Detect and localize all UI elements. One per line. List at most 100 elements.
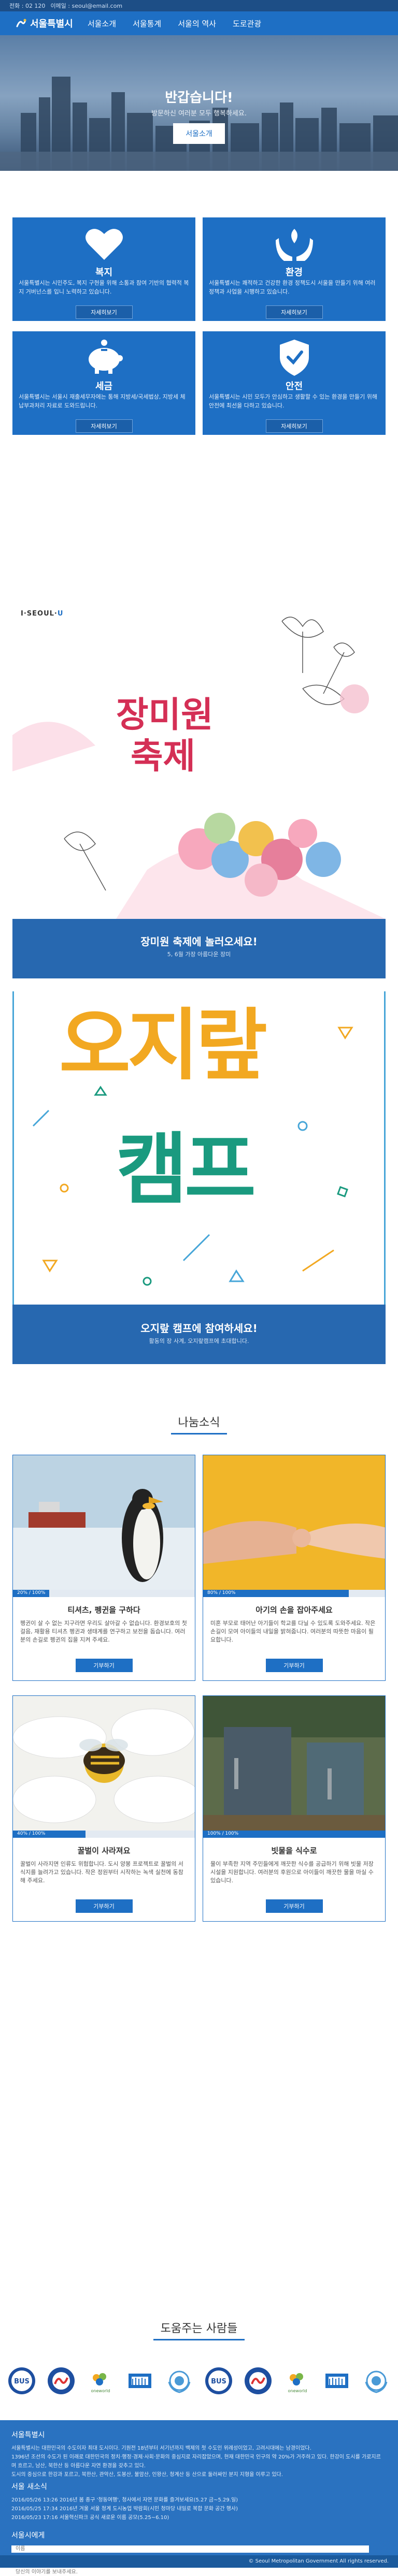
bus-logo[interactable]: BUS [204, 2366, 234, 2396]
donation-progress-bar: 40% / 100% [13, 1831, 195, 1838]
camp-title-line2: 캠프 [116, 1125, 256, 1215]
un-logo[interactable] [125, 2366, 155, 2396]
footer-news: 서울 새소식 2016/05/26 13:26 2016년 봄 종구 '청동여행… [11, 2481, 385, 2522]
footer-contact: 서울시에게 [11, 2530, 385, 2576]
hero-subtitle: 방문하신 여러분 모두 행복하세요. [151, 110, 247, 118]
camp-banner[interactable]: 오지랖 캠프 오지랖 캠프에 참여하세요! 활동의 장 사계, 오지랖캠프에 초… [12, 991, 386, 1364]
service-card-environment: 환경 서울특별시는 쾌적하고 건강한 환경 정책도시 서울을 만들기 위해 여러… [203, 217, 386, 321]
hands-leaf-icon [275, 229, 313, 261]
footer-news-title: 서울 새소식 [11, 2483, 47, 2491]
progress-label: 100% / 100% [207, 1831, 239, 1836]
camp-caption-subtitle: 활동의 장 사계, 오지랖캠프에 초대합니다. [149, 1338, 249, 1344]
camp-caption-title: 오지랖 캠프에 참여하세요! [140, 1322, 258, 1335]
nav-item-history[interactable]: 서울의 역사 [178, 18, 216, 29]
oneworld-logo[interactable]: oneworld [282, 2366, 312, 2396]
bus-logo-text: BUS [14, 2378, 30, 2385]
service-desc: 서울특별시는 시민주도, 복지 구현을 위해 소통과 참여 기반의 협력적 복지… [19, 280, 189, 295]
bee-image [13, 1696, 195, 1831]
news-item[interactable]: 2016/05/25 17:34 2016년 겨울 서울 청계 도시농업 박람회… [11, 2505, 385, 2513]
donation-title: 꿀벌이 사라져요 [77, 1846, 131, 1855]
service-more-button[interactable]: 자세히보기 [265, 305, 323, 319]
donate-button[interactable]: 기부하기 [265, 1659, 323, 1672]
donation-title: 티셔츠, 펭귄을 구하다 [67, 1605, 140, 1615]
nav-item-intro[interactable]: 서울소개 [88, 18, 116, 29]
service-card-safety: 안전 서울특별시는 시민 모두가 안심하고 생활할 수 있는 환경을 만들기 위… [203, 331, 386, 435]
service-cards: 복지 서울특별시는 시민주도, 복지 구현을 위해 소통과 참여 기반의 협력적… [0, 171, 398, 435]
partners-section-title: 도움주는 사람들 [0, 2319, 398, 2340]
seoul-logo[interactable] [46, 2366, 76, 2396]
progress-label: 20% / 100% [17, 1590, 46, 1596]
rose-caption-title: 장미원 축제에 놀러오세요! [140, 935, 258, 948]
donation-progress-bar: 100% / 100% [203, 1831, 385, 1838]
email-text: 이메일 : seoul@email.com [50, 3, 123, 9]
footer-contact-title: 서울시에게 [11, 2531, 45, 2540]
service-more-button[interactable]: 자세히보기 [75, 419, 133, 433]
rose-festival-banner[interactable]: I·SEOUL·U 장미원 축제 장미원 축제에 놀러오세요! 5, 6월 가장… [12, 601, 386, 978]
donation-card-rainwater: 100% / 100% 빗물을 식수로 물이 부족한 지역 주민들에게 깨끗한 … [203, 1695, 386, 1922]
donation-title: 빗물을 식수로 [271, 1846, 317, 1855]
news-item[interactable]: 2016/05/26 13:26 2016년 봄 종구 '청동여행', 청사에서… [11, 2496, 385, 2505]
rose-title-line2: 축제 [131, 736, 196, 777]
footer-about: 서울특별시 서울특별시는 대한민국의 수도이자 최대 도시이다. 기원전 18년… [11, 2429, 385, 2479]
footer-about-title: 서울특별시 [11, 2431, 45, 2439]
service-desc: 서울특별시는 시민 모두가 안심하고 생활할 수 있는 환경을 만들기 위해 안… [209, 393, 377, 409]
seoul-logo[interactable] [243, 2366, 273, 2396]
rainwater-image [203, 1696, 385, 1831]
nav-item-stats[interactable]: 서울통계 [133, 18, 161, 29]
footer: 서울특별시 서울특별시는 대한민국의 수도이자 최대 도시이다. 기원전 18년… [0, 2420, 398, 2576]
donation-card-penguin: 20% / 100% 티셔츠, 펭귄을 구하다 펭귄이 살 수 없는 지구라면 … [12, 1455, 195, 1681]
service-card-tax: 세금 서울특별시는 서울시 재출세무자에는 통해 지방세/국세법상, 지방세 체… [12, 331, 195, 435]
donation-progress-bar: 20% / 100% [13, 1590, 195, 1597]
partners-section-title-text: 도움주는 사람들 [153, 2319, 245, 2340]
donation-title: 아기의 손을 잡아주세요 [255, 1605, 333, 1615]
logo[interactable]: 서울특별시 [16, 17, 73, 30]
footer-about-text-3: 도시의 중심으로 한강과 포르고, 북한산, 관악산, 도봉산, 불암산, 인왕… [11, 2472, 283, 2478]
wreath-logo[interactable] [164, 2366, 194, 2396]
nav-item-tourism[interactable]: 도로관광 [233, 18, 261, 29]
donation-desc: 물이 부족한 지역 주민들에게 깨끗한 식수를 공급하기 위해 빗물 저장 시설… [210, 1861, 374, 1884]
copyright: © Seoul Metropolitan Government All righ… [0, 2555, 398, 2568]
donation-desc: 꿀벌이 사라지면 인류도 위험합니다. 도시 양봉 프로젝트로 꿀벌의 서식지를… [20, 1861, 183, 1884]
rose-caption-subtitle: 5, 6월 가장 아름다운 장미 [167, 951, 231, 958]
oneworld-logo[interactable]: oneworld [86, 2366, 116, 2396]
contact-message-input[interactable] [11, 2568, 369, 2576]
donation-progress-bar: 80% / 100% [203, 1590, 385, 1597]
service-title: 환경 [285, 267, 303, 278]
footer-about-text-1: 서울특별시는 대한민국의 수도이자 최대 도시이다. 기원전 18년부터 서기년… [11, 2446, 311, 2451]
hero-title: 반갑습니다! [165, 90, 233, 106]
donate-button[interactable]: 기부하기 [75, 1659, 133, 1672]
bus-logo-text: BUS [211, 2378, 226, 2385]
bus-logo[interactable]: BUS [7, 2366, 37, 2396]
top-info-bar: 전화 : 02 120 이메일 : seoul@email.com [0, 0, 398, 11]
wreath-logo[interactable] [361, 2366, 391, 2396]
donation-card-bee: 40% / 100% 꿀벌이 사라져요 꿀벌이 사라지면 인류도 위험합니다. … [12, 1695, 195, 1922]
service-title: 복지 [95, 267, 113, 278]
service-more-button[interactable]: 자세히보기 [75, 305, 133, 319]
progress-label: 40% / 100% [17, 1831, 46, 1836]
service-desc: 서울특별시는 쾌적하고 건강한 환경 정책도시 서울을 만들기 위해 여러 정책… [209, 280, 376, 295]
penguin-image [13, 1455, 195, 1590]
partner-logos: BUS oneworld BUS oneworld [0, 2366, 398, 2397]
oneworld-logo-text: oneworld [288, 2389, 307, 2393]
service-more-button[interactable]: 자세히보기 [265, 419, 323, 433]
donate-button[interactable]: 기부하기 [265, 1899, 323, 1913]
piggy-bank-icon [88, 340, 123, 374]
rose-caption: 장미원 축제에 놀러오세요! 5, 6월 가장 아름다운 장미 [12, 919, 386, 978]
donate-button[interactable]: 기부하기 [75, 1899, 133, 1913]
un-logo[interactable] [322, 2366, 352, 2396]
hands-image [203, 1455, 385, 1590]
footer-about-text-2: 1396년 조선의 수도가 된 이래로 대한민국의 정치·행정·경제·사회·문화… [11, 2454, 381, 2469]
hero-intro-button[interactable]: 서울소개 [173, 123, 225, 144]
logo-text: 서울특별시 [30, 19, 73, 30]
progress-label: 80% / 100% [207, 1590, 236, 1596]
heart-icon [85, 229, 123, 260]
contact-name-input[interactable] [11, 2545, 369, 2553]
service-title: 세금 [95, 381, 113, 392]
donation-card-baby-hand: 80% / 100% 아기의 손을 잡아주세요 미혼 부모로 태어난 아기들이 … [203, 1455, 386, 1681]
news-item[interactable]: 2016/05/23 17:16 서울혁신파크 공식 새로운 이름 공모(5.2… [11, 2513, 385, 2522]
hero-banner: 반갑습니다! 방문하신 여러분 모두 행복하세요. 서울소개 [0, 35, 398, 171]
seoul-logo-icon [16, 19, 26, 27]
donation-section-title: 나눔소식 [0, 1413, 398, 1435]
donation-desc: 미혼 부모로 태어난 아기들이 학교를 다닐 수 있도록 도와주세요. 작은 손… [210, 1620, 376, 1643]
camp-caption: 오지랖 캠프에 참여하세요! 활동의 장 사계, 오지랖캠프에 초대합니다. [12, 1305, 386, 1364]
